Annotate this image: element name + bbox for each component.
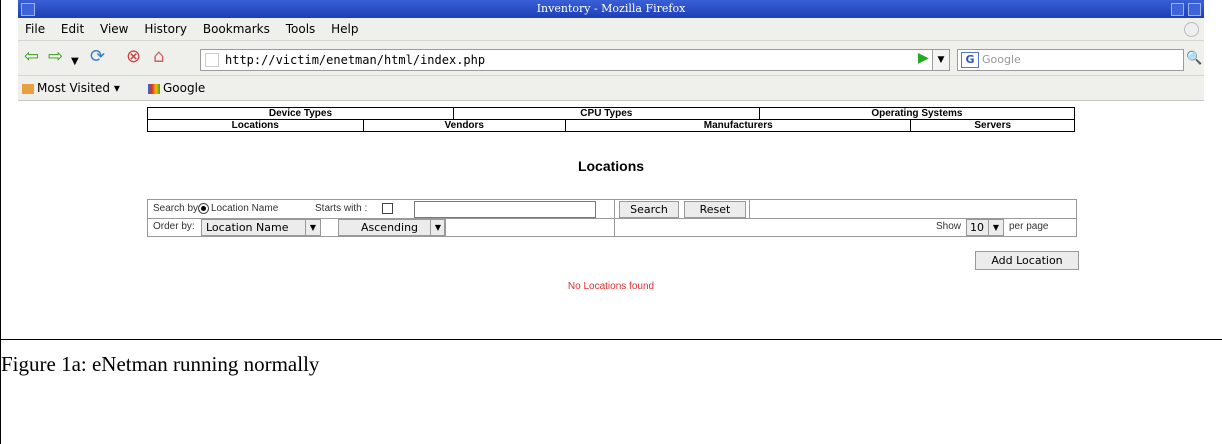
home-icon[interactable]: ⌂ xyxy=(153,48,164,66)
order-direction-value: Ascending xyxy=(361,221,419,234)
window-title: Inventory - Mozilla Firefox xyxy=(536,2,686,15)
forward-icon[interactable]: ⇨ xyxy=(48,48,63,66)
figure-caption: Figure 1a: eNetman running normally xyxy=(1,352,320,376)
per-page-value: 10 xyxy=(970,221,984,234)
page-content: Device Types CPU Types Operating Systems… xyxy=(18,101,1204,298)
search-icon[interactable]: 🔍 xyxy=(1186,51,1202,66)
menu-tools[interactable]: Tools xyxy=(286,22,316,36)
chevron-down-icon: ▼ xyxy=(988,220,1003,235)
bookmark-most-visited-label: Most Visited ▾ xyxy=(37,81,120,95)
nav-cpu-types[interactable]: CPU Types xyxy=(452,107,760,120)
reload-icon[interactable]: ⟳ xyxy=(90,48,105,66)
bookmark-most-visited[interactable]: Most Visited ▾ xyxy=(22,76,120,100)
chevron-down-icon: ▼ xyxy=(305,220,320,235)
search-button[interactable]: Search xyxy=(619,201,679,218)
navigation-toolbar: ⇦ ⇨ ▼ ⟳ ⊗ ⌂ http://victim/enetman/html/i… xyxy=(18,41,1204,76)
url-dropdown-icon[interactable]: ▼ xyxy=(932,49,950,71)
google-engine-icon[interactable]: G xyxy=(961,52,979,68)
order-row: Order by: Location Name ▼ Ascending ▼ Show… xyxy=(148,218,1076,236)
empty-message: No Locations found xyxy=(567,281,655,292)
starts-with-checkbox[interactable] xyxy=(382,203,393,214)
minimize-icon[interactable] xyxy=(1171,3,1184,16)
bookmarks-toolbar: Most Visited ▾ Google xyxy=(18,76,1204,101)
search-input[interactable] xyxy=(414,201,596,218)
order-by-label: Order by: xyxy=(153,221,195,232)
search-form: Search by: Location Name Starts with : S… xyxy=(147,199,1077,237)
bookmark-google-label: Google xyxy=(163,81,206,95)
nav-manufacturers[interactable]: Manufacturers xyxy=(565,119,912,132)
cell-divider xyxy=(614,200,615,218)
stop-icon[interactable]: ⊗ xyxy=(126,48,141,66)
cell-divider xyxy=(614,218,615,236)
nav-operating-systems[interactable]: Operating Systems xyxy=(758,107,1076,120)
cell-divider xyxy=(444,218,445,236)
menu-bar: File Edit View History Bookmarks Tools H… xyxy=(18,18,1204,41)
per-page-select[interactable]: 10 ▼ xyxy=(966,219,1004,236)
add-location-button[interactable]: Add Location xyxy=(975,251,1079,270)
site-icon xyxy=(205,53,219,67)
throbber-icon xyxy=(1184,22,1199,37)
location-name-radio[interactable] xyxy=(198,203,209,214)
nav-servers[interactable]: Servers xyxy=(910,119,1075,132)
cell-divider xyxy=(749,200,750,218)
radio-label: Location Name xyxy=(211,203,279,214)
nav-device-types[interactable]: Device Types xyxy=(147,107,454,120)
nav-vendors[interactable]: Vendors xyxy=(362,119,567,132)
window-menu-icon[interactable] xyxy=(21,3,35,16)
nav-locations[interactable]: Locations xyxy=(147,119,364,132)
reset-button[interactable]: Reset xyxy=(684,201,746,218)
search-row: Search by: Location Name Starts with : S… xyxy=(148,200,1076,219)
history-dropdown-icon[interactable]: ▼ xyxy=(71,53,79,71)
starts-with-label: Starts with : xyxy=(315,203,368,214)
caption-divider xyxy=(0,339,1222,340)
url-bar[interactable]: http://victim/enetman/html/index.php xyxy=(200,49,948,71)
search-bar[interactable]: G Google xyxy=(957,49,1184,71)
chevron-down-icon: ▼ xyxy=(430,220,445,235)
order-field-select[interactable]: Location Name ▼ xyxy=(201,219,321,236)
per-page-label: per page xyxy=(1009,221,1049,232)
search-placeholder: Google xyxy=(982,53,1021,66)
bookmark-google[interactable]: Google xyxy=(148,76,205,100)
title-bar: Inventory - Mozilla Firefox xyxy=(18,0,1204,18)
search-by-label: Search by: xyxy=(153,203,201,214)
page-title: Locations xyxy=(577,158,645,174)
order-field-value: Location Name xyxy=(206,221,289,234)
menu-bookmarks[interactable]: Bookmarks xyxy=(203,22,270,36)
menu-view[interactable]: View xyxy=(100,22,128,36)
menu-help[interactable]: Help xyxy=(331,22,358,36)
folder-icon xyxy=(22,83,34,94)
go-icon[interactable]: ▶ xyxy=(918,50,929,66)
google-icon xyxy=(148,83,160,94)
menu-file[interactable]: File xyxy=(25,22,45,36)
url-text: http://victim/enetman/html/index.php xyxy=(225,53,486,67)
back-icon[interactable]: ⇦ xyxy=(24,48,39,66)
show-label: Show xyxy=(936,221,962,232)
nav-table: Device Types CPU Types Operating Systems… xyxy=(147,107,1076,132)
menu-history[interactable]: History xyxy=(144,22,187,36)
maximize-icon[interactable] xyxy=(1188,3,1201,16)
browser-window: Inventory - Mozilla Firefox File Edit Vi… xyxy=(18,0,1204,298)
menu-edit[interactable]: Edit xyxy=(61,22,84,36)
order-direction-select[interactable]: Ascending ▼ xyxy=(338,219,446,236)
